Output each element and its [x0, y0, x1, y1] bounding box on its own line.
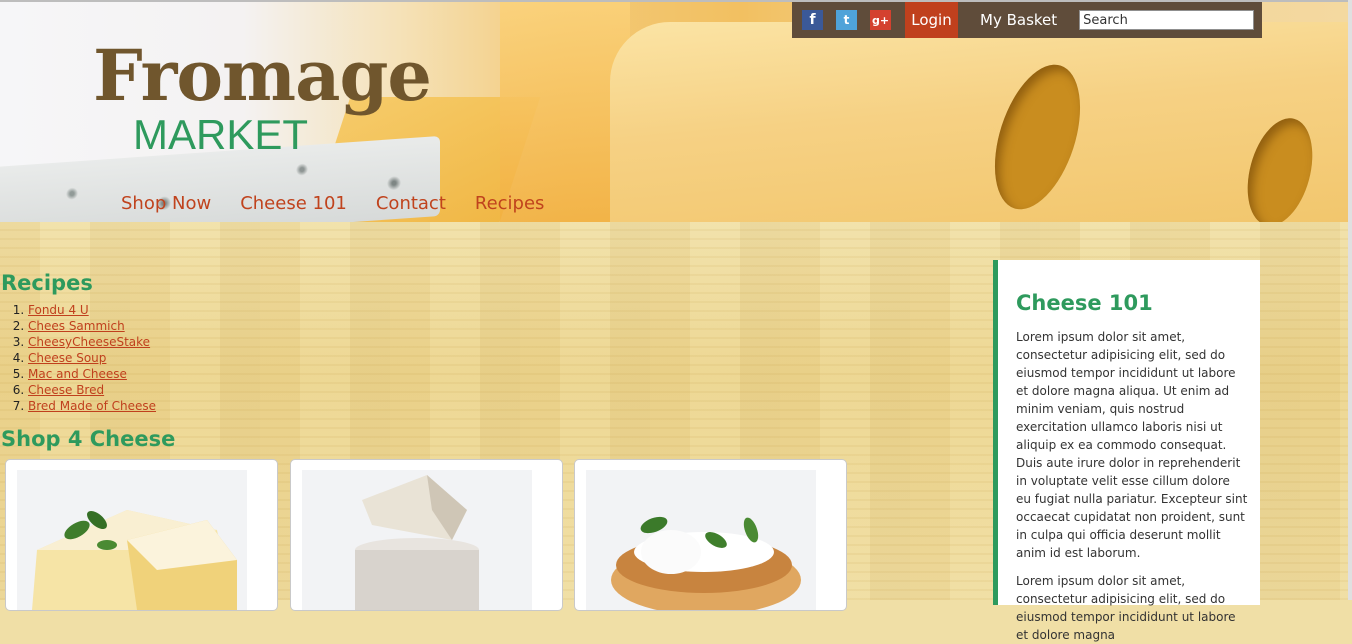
- recipe-link[interactable]: Mac and Cheese: [28, 367, 127, 381]
- goat-cheese-image: [302, 470, 532, 610]
- googleplus-icon[interactable]: g+: [870, 10, 891, 30]
- facebook-icon[interactable]: f: [802, 10, 823, 30]
- my-basket-link[interactable]: My Basket: [980, 11, 1057, 29]
- sidebar-paragraph: Lorem ipsum dolor sit amet, consectetur …: [1016, 574, 1236, 642]
- twitter-icon[interactable]: t: [836, 10, 857, 30]
- nav-contact[interactable]: Contact: [376, 192, 446, 216]
- sidebar-title: Cheese 101: [1016, 291, 1153, 315]
- recipe-link[interactable]: Cheese Soup: [28, 351, 106, 365]
- recipe-link[interactable]: Cheese Bred: [28, 383, 104, 397]
- list-item: Cheese Bred: [28, 382, 156, 398]
- shop-heading: Shop 4 Cheese: [1, 427, 176, 451]
- logo-title[interactable]: Fromage: [93, 36, 432, 116]
- product-card[interactable]: [290, 459, 563, 611]
- product-card[interactable]: [5, 459, 278, 611]
- main-nav: Shop Now Cheese 101 Contact Recipes: [121, 192, 573, 216]
- cheese-101-panel: Cheese 101 Lorem ipsum dolor sit amet, c…: [993, 260, 1260, 642]
- camembert-image: [17, 470, 247, 610]
- list-item: Chees Sammich: [28, 318, 156, 334]
- recipes-heading: Recipes: [1, 271, 93, 295]
- nav-cheese-101[interactable]: Cheese 101: [240, 192, 347, 216]
- recipes-list: Fondu 4 U Chees Sammich CheesyCheeseStak…: [0, 302, 156, 414]
- logo-subtitle[interactable]: MARKET: [133, 110, 308, 160]
- list-item: Mac and Cheese: [28, 366, 156, 382]
- list-item: Cheese Soup: [28, 350, 156, 366]
- top-bar: f t g+ Login My Basket: [792, 2, 1262, 38]
- login-button[interactable]: Login: [905, 2, 958, 38]
- cheese-toast-image: [586, 470, 816, 610]
- list-item: CheesyCheeseStake: [28, 334, 156, 350]
- search-input[interactable]: [1079, 10, 1255, 30]
- recipe-link[interactable]: Fondu 4 U: [28, 303, 89, 317]
- sidebar-paragraph: Lorem ipsum dolor sit amet, consectetur …: [1016, 330, 1248, 560]
- banner-cheese-wedge: [610, 22, 1348, 222]
- recipe-link[interactable]: Bred Made of Cheese: [28, 399, 156, 413]
- nav-shop-now[interactable]: Shop Now: [121, 192, 211, 216]
- scrollbar-track[interactable]: [1348, 0, 1352, 600]
- recipe-link[interactable]: Chees Sammich: [28, 319, 125, 333]
- list-item: Bred Made of Cheese: [28, 398, 156, 414]
- product-card[interactable]: [574, 459, 847, 611]
- list-item: Fondu 4 U: [28, 302, 156, 318]
- recipe-link[interactable]: CheesyCheeseStake: [28, 335, 150, 349]
- nav-recipes[interactable]: Recipes: [475, 192, 545, 216]
